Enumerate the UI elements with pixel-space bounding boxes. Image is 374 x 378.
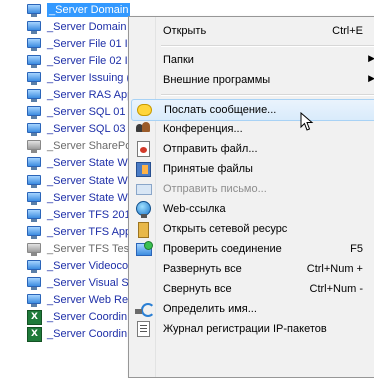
blank-icon: [134, 51, 152, 69]
menu-item[interactable]: Определить имя...: [131, 299, 374, 319]
contact-name: _Server RAS App: [47, 89, 134, 101]
contact-name: _Server SharePo: [47, 140, 132, 153]
menu-item-label: Свернуть все: [163, 283, 232, 295]
contact-name: _Server Coordin: [47, 328, 128, 341]
menu-item-shortcut: Ctrl+E: [332, 25, 363, 37]
menu-item-label: Открыть сетевой ресурс: [163, 223, 288, 235]
contact-name: _Server State W: [47, 157, 128, 170]
contact-name: _Server Domain: [47, 20, 127, 33]
monitor-icon: [26, 88, 42, 102]
monitor-icon: [26, 3, 42, 17]
contact-name: _Server State W: [47, 174, 128, 187]
menu-item-label: Открыть: [163, 25, 207, 37]
contact-name: _Server Videoco: [47, 260, 129, 272]
contact-name: _Server Visual Sc: [47, 277, 135, 290]
contact-name: _Server TFS Test: [47, 242, 133, 255]
monitor-icon: [26, 242, 42, 256]
define-name-icon: [134, 300, 155, 318]
menu-item-label: Отправить файл...: [163, 143, 258, 155]
menu-item[interactable]: Принятые файлы: [131, 159, 374, 179]
monitor-icon: [26, 293, 42, 308]
monitor-icon: [26, 139, 42, 154]
contact-name: _Server File 01 Ir: [47, 37, 132, 50]
blank-icon: [134, 280, 152, 298]
menu-item[interactable]: Свернуть все Ctrl+Num -: [131, 279, 374, 299]
blank-icon: [134, 22, 152, 40]
menu-item[interactable]: Конференция...: [131, 119, 374, 139]
menu-item[interactable]: Проверить соединение F5: [131, 239, 374, 259]
menu-item-label: Внешние программы: [163, 74, 271, 86]
message-bubble-icon: [135, 101, 153, 119]
menu-item[interactable]: Открыть сетевой ресурс: [131, 219, 374, 239]
menu-item-shortcut: Ctrl+Num -: [309, 283, 363, 295]
monitor-icon: [26, 174, 42, 188]
menu-item[interactable]: Web-ссылка: [131, 199, 374, 219]
contact-name: _Server Issuing (: [47, 71, 131, 84]
monitor-icon: [26, 276, 42, 291]
mouse-cursor-icon: [300, 112, 314, 131]
mail-icon: [134, 180, 152, 198]
send-file-icon: [134, 140, 152, 158]
monitor-icon: [26, 71, 42, 85]
menu-separator: [161, 94, 374, 96]
menu-item: Отправить письмо...: [131, 179, 374, 199]
menu-item-shortcut: F5: [350, 243, 363, 255]
monitor-icon: [26, 54, 42, 68]
contact-name: _Server Coordin: [47, 311, 128, 324]
contact-name: _Server TFS App: [47, 225, 132, 238]
menu-item[interactable]: Открыть Ctrl+E: [131, 21, 374, 41]
menu-item[interactable]: Папки ▶: [131, 50, 374, 70]
contact-name: _Server SQL 01 Ir: [47, 106, 136, 119]
monitor-icon: [26, 208, 42, 222]
monitor-icon: [26, 156, 42, 171]
monitor-icon: [26, 20, 42, 34]
excel-icon: X: [26, 327, 42, 343]
monitor-icon: [26, 191, 42, 205]
globe-icon: [134, 200, 152, 218]
check-connection-icon: [134, 240, 153, 258]
monitor-icon: [26, 122, 42, 137]
submenu-arrow-icon: ▶: [368, 73, 374, 83]
conference-icon: [134, 120, 152, 138]
contact-name: _Server Domain: [47, 2, 131, 17]
menu-item[interactable]: Послать сообщение...: [131, 99, 374, 121]
menu-item-label: Отправить письмо...: [163, 183, 267, 195]
excel-icon: X: [26, 310, 42, 326]
menu-item-label: Журнал регистрации IP-пакетов: [163, 323, 327, 335]
menu-item[interactable]: Развернуть все Ctrl+Num +: [131, 259, 374, 279]
menu-item[interactable]: Внешние программы ▶: [131, 70, 374, 90]
blank-icon: [134, 260, 152, 278]
menu-item[interactable]: Отправить файл...: [131, 139, 374, 159]
submenu-arrow-icon: ▶: [368, 53, 374, 63]
context-menu: Открыть Ctrl+E Папки ▶ Внешние программы ▶ Пос…: [128, 16, 374, 378]
menu-item-label: Конференция...: [163, 123, 243, 135]
monitor-icon: [26, 105, 42, 120]
received-files-icon: [134, 160, 152, 178]
ip-log-icon: [134, 320, 152, 338]
menu-item-label: Определить имя...: [163, 303, 257, 315]
menu-item-label: Проверить соединение: [163, 243, 282, 255]
menu-separator: [161, 45, 374, 47]
menu-item-label: Развернуть все: [163, 263, 242, 275]
menu-item-label: Послать сообщение...: [164, 104, 277, 116]
blank-icon: [134, 71, 152, 89]
menu-item-label: Принятые файлы: [163, 163, 253, 175]
network-resource-icon: [134, 220, 152, 238]
menu-item-label: Папки: [163, 54, 194, 66]
monitor-icon: [26, 225, 42, 239]
menu-item[interactable]: Журнал регистрации IP-пакетов: [131, 319, 374, 339]
menu-item-shortcut: Ctrl+Num +: [306, 263, 363, 275]
monitor-icon: [26, 37, 42, 51]
monitor-icon: [26, 259, 42, 273]
contact-name: _Server State W: [47, 191, 128, 204]
menu-item-label: Web-ссылка: [163, 203, 226, 215]
contact-name: _Server Web Re: [47, 294, 129, 307]
contact-name: _Server TFS 201C: [47, 208, 139, 221]
contact-name: _Server SQL 03 Ir: [47, 123, 136, 136]
contact-name: _Server File 02 Ir: [47, 54, 132, 67]
